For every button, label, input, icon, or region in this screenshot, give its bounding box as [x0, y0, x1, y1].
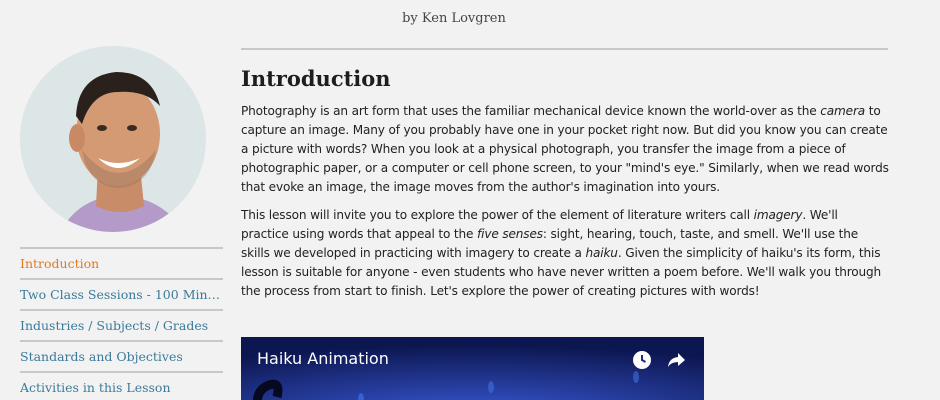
nav-item-industries-subjects-grades[interactable]: Industries / Subjects / Grades [20, 309, 223, 340]
main-content: Introduction Photography is an art form … [241, 48, 889, 310]
emphasis-five-senses: five senses [477, 227, 543, 241]
nav-item-activities[interactable]: Activities in this Lesson [20, 371, 223, 400]
intro-paragraph-1: Photography is an art form that uses the… [241, 102, 889, 197]
clock-icon[interactable] [631, 349, 653, 371]
intro-paragraph-2: This lesson will invite you to explore t… [241, 206, 889, 301]
text-run: Photography is an art form that uses the… [241, 104, 821, 118]
nav-item-introduction[interactable]: Introduction [20, 247, 223, 278]
text-run: This lesson will invite you to explore t… [241, 208, 754, 222]
author-byline: by Ken Lovgren [402, 11, 506, 26]
author-avatar [20, 46, 206, 232]
section-heading: Introduction [241, 66, 391, 91]
video-title: Haiku Animation [257, 349, 389, 368]
divider [241, 48, 888, 50]
emphasis-haiku: haiku [585, 246, 618, 260]
sidebar: Introduction Two Class Sessions - 100 Mi… [20, 46, 223, 400]
nav-item-class-sessions[interactable]: Two Class Sessions - 100 Minutes [20, 278, 223, 309]
page: by Ken Lovgren Introduction Two Class Se… [0, 0, 940, 400]
nav-item-standards-objectives[interactable]: Standards and Objectives [20, 340, 223, 371]
emphasis-imagery: imagery [753, 208, 803, 222]
video-player[interactable]: Haiku Animation [241, 337, 704, 400]
lesson-nav: Introduction Two Class Sessions - 100 Mi… [20, 247, 223, 400]
share-icon[interactable] [665, 349, 687, 371]
emphasis-camera: camera [820, 104, 866, 118]
